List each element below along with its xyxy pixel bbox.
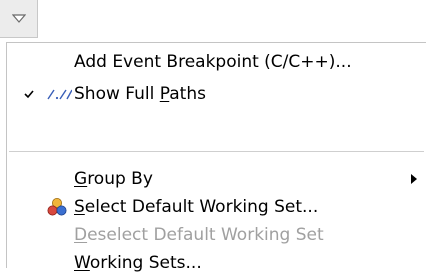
menu-item-label: Show Full Paths xyxy=(74,84,206,104)
menu-separator xyxy=(9,151,424,152)
menu-item-add-event-breakpoint[interactable]: Add Event Breakpoint (C/C++)... xyxy=(7,48,426,76)
menu-item-group-by[interactable]: Group By xyxy=(7,165,426,193)
menu-item-label: Group By xyxy=(74,169,153,189)
menu-item-label: Deselect Default Working Set xyxy=(74,225,324,245)
context-menu: Add Event Breakpoint (C/C++)... Show Ful… xyxy=(6,42,426,273)
menu-item-deselect-default-working-set: Deselect Default Working Set xyxy=(7,221,426,249)
submenu-arrow-icon xyxy=(411,174,417,184)
checkmark-icon xyxy=(24,90,34,99)
view-menu-button[interactable] xyxy=(0,0,38,38)
menu-item-select-default-working-set[interactable]: Select Default Working Set... xyxy=(7,193,426,221)
menu-item-show-full-paths[interactable]: Show Full Paths xyxy=(7,80,426,108)
menu-item-label: Working Sets... xyxy=(74,253,202,273)
full-paths-icon xyxy=(47,89,72,100)
menu-item-label: Select Default Working Set... xyxy=(74,197,319,217)
menu-item-working-sets[interactable]: Working Sets... xyxy=(7,249,426,277)
working-set-icon xyxy=(47,198,67,216)
menu-item-label: Add Event Breakpoint (C/C++)... xyxy=(74,52,352,72)
view-menu-triangle-icon xyxy=(11,13,26,23)
